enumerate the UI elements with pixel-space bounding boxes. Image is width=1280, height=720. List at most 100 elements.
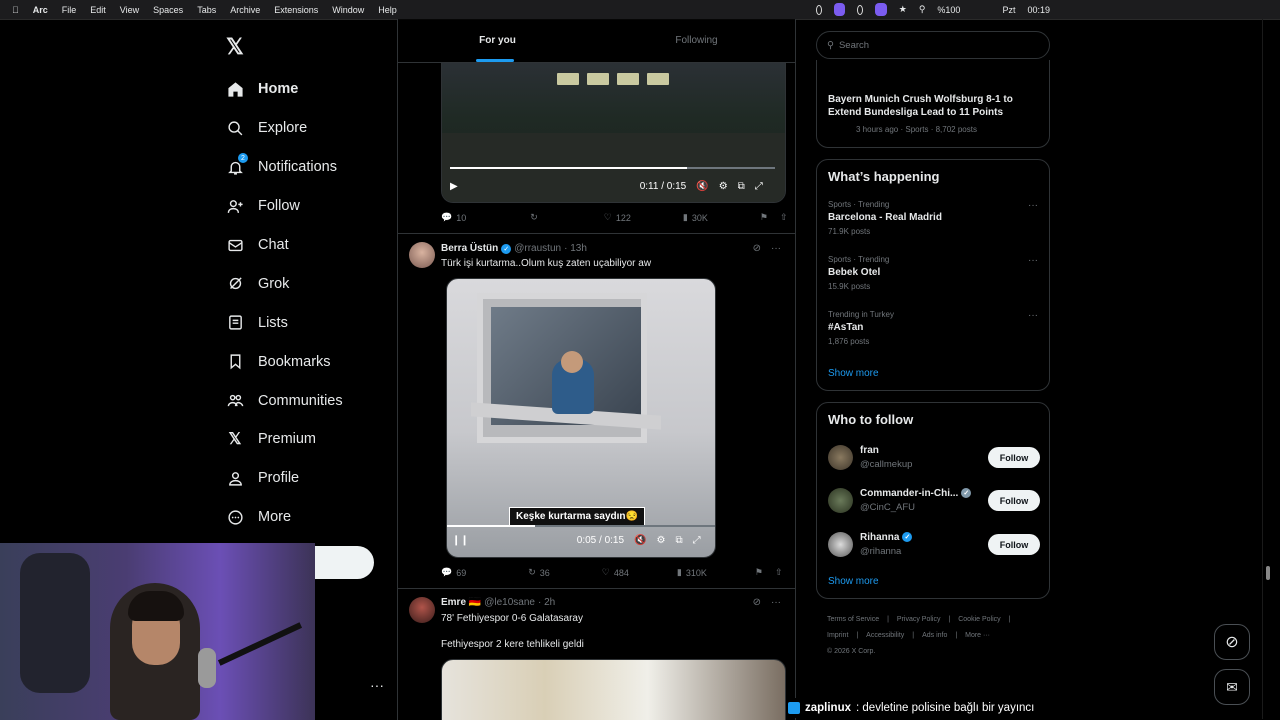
nav-explore[interactable]: Explore: [226, 109, 396, 148]
arc-status-icon[interactable]: [833, 3, 846, 16]
nav-chat[interactable]: Chat: [226, 226, 396, 265]
avatar[interactable]: [409, 597, 435, 623]
tab-following[interactable]: Following: [597, 19, 795, 62]
menu-edit[interactable]: Edit: [90, 5, 106, 15]
star-icon[interactable]: ★: [899, 4, 907, 15]
reply-button[interactable]: 💬 10: [441, 212, 466, 223]
bookmark-button[interactable]: ⚑: [755, 567, 763, 578]
grok-icon[interactable]: ⊘: [753, 243, 761, 254]
mute-icon[interactable]: 🔇: [696, 181, 708, 192]
like-button[interactable]: ♡ 122: [604, 212, 631, 223]
reply-button[interactable]: 💬 69: [441, 567, 466, 578]
show-more-link[interactable]: Show more: [828, 368, 879, 379]
pause-icon[interactable]: ❙❙: [452, 535, 469, 546]
play-icon[interactable]: ▶: [450, 181, 458, 192]
share-button[interactable]: ⇧: [780, 212, 788, 223]
pip-icon[interactable]: ⧉: [675, 535, 682, 546]
nav-home[interactable]: Home: [226, 70, 396, 109]
footer-link[interactable]: Accessibility: [866, 632, 904, 639]
footer-link[interactable]: Ads info: [922, 632, 947, 639]
author-handle[interactable]: @rraustun: [514, 243, 561, 254]
menu-window[interactable]: Window: [332, 5, 364, 15]
more-icon[interactable]: ···: [1028, 310, 1038, 321]
menu-archive[interactable]: Archive: [230, 5, 260, 15]
nav-grok[interactable]: Grok: [226, 264, 396, 303]
follow-button[interactable]: Follow: [988, 490, 1040, 511]
apple-icon[interactable]: : [12, 5, 19, 15]
tweet-age[interactable]: · 13h: [564, 243, 587, 254]
footer-link[interactable]: Cookie Policy: [958, 616, 1000, 623]
grok-icon: ⊘: [1225, 634, 1239, 651]
menu-extensions[interactable]: Extensions: [274, 5, 318, 15]
settings-icon[interactable]: ⚙: [719, 181, 728, 192]
window-status-icon[interactable]: [875, 3, 887, 16]
suggested-account[interactable]: Rihanna ✓ @rihanna Follow: [828, 529, 1040, 559]
status-icon[interactable]: [816, 4, 822, 15]
messages-fab[interactable]: ✉: [1214, 669, 1250, 705]
grok-icon[interactable]: ⊘: [753, 597, 761, 608]
views-button[interactable]: ▮ 310K: [677, 567, 707, 578]
author-name[interactable]: Berra Üstün: [441, 243, 498, 254]
show-more-link[interactable]: Show more: [828, 576, 879, 587]
nav-profile[interactable]: Profile: [226, 459, 396, 498]
video-progress[interactable]: [447, 525, 715, 527]
footer-link[interactable]: More ···: [965, 632, 990, 639]
news-item[interactable]: Bayern Munich Crush Wolfsburg 8-1 to Ext…: [828, 90, 1038, 134]
tweet-media[interactable]: [441, 659, 786, 720]
nav-communities[interactable]: Communities: [226, 381, 396, 420]
menu-tabs[interactable]: Tabs: [197, 5, 216, 15]
nav-notifications[interactable]: 2 Notifications: [226, 148, 396, 187]
suggested-account[interactable]: fran @callmekup Follow: [828, 442, 1040, 472]
grok-fab[interactable]: ⊘: [1214, 624, 1250, 660]
menu-view[interactable]: View: [120, 5, 139, 15]
footer-link[interactable]: Terms of Service: [827, 616, 879, 623]
video-progress[interactable]: [450, 167, 775, 169]
menu-spaces[interactable]: Spaces: [153, 5, 183, 15]
account-menu-icon[interactable]: ···: [370, 677, 384, 693]
share-button[interactable]: ⇧: [775, 567, 783, 578]
menu-file[interactable]: File: [62, 5, 77, 15]
footer-link[interactable]: Imprint: [827, 632, 848, 639]
repost-icon: ↻: [528, 567, 536, 577]
menu-help[interactable]: Help: [378, 5, 397, 15]
settings-icon[interactable]: ⚙: [656, 535, 665, 546]
tweet-video[interactable]: Keşke kurtarma saydın😒 ❙❙ 0:05 / 0:15 🔇 …: [446, 278, 716, 558]
more-icon[interactable]: ···: [771, 243, 781, 254]
follow-button[interactable]: Follow: [988, 534, 1040, 555]
views-button[interactable]: ▮ 30K: [683, 212, 708, 223]
trend-item[interactable]: Trending in Turkey #AsTan 1,876 posts ··…: [828, 310, 1038, 346]
tweet-video[interactable]: ▶ 0:11 / 0:15 🔇 ⚙ ⧉ ⤢: [441, 63, 786, 203]
search-menubar-icon[interactable]: ⚲: [919, 4, 926, 15]
nav-premium[interactable]: 𝕏 Premium: [226, 420, 396, 459]
nav-lists[interactable]: Lists: [226, 303, 396, 342]
author-name[interactable]: Emre 🇩🇪: [441, 597, 481, 608]
like-button[interactable]: ♡ 484: [602, 567, 629, 578]
nav-follow[interactable]: Follow: [226, 187, 396, 226]
fullscreen-icon[interactable]: ⤢: [693, 535, 701, 546]
nav-bookmarks[interactable]: Bookmarks: [226, 342, 396, 381]
author-handle[interactable]: @le10sane: [484, 597, 535, 608]
tweet-age[interactable]: · 2h: [538, 597, 555, 608]
repost-button[interactable]: ↻ 36: [528, 567, 550, 578]
bookmark-button[interactable]: ⚑: [760, 212, 768, 223]
timer-icon[interactable]: [857, 4, 864, 15]
fullscreen-icon[interactable]: ⤢: [755, 181, 763, 192]
nav-more[interactable]: More: [226, 498, 396, 537]
footer-link[interactable]: Privacy Policy: [897, 616, 941, 623]
pip-icon[interactable]: ⧉: [738, 181, 745, 192]
trend-item[interactable]: Sports · Trending Barcelona - Real Madri…: [828, 200, 1038, 236]
suggested-account[interactable]: Commander-in-Chi... ✓ @CinC_AFU Follow: [828, 485, 1040, 515]
avatar[interactable]: [409, 242, 435, 268]
more-icon[interactable]: ···: [1028, 200, 1038, 211]
tab-for-you[interactable]: For you: [398, 19, 597, 62]
search-input[interactable]: ⚲ Search: [816, 31, 1050, 59]
menu-app-name[interactable]: Arc: [33, 5, 48, 15]
more-icon[interactable]: ···: [1028, 255, 1038, 266]
more-icon[interactable]: ···: [771, 597, 781, 608]
repost-button[interactable]: ↻: [530, 212, 538, 223]
page-scrollbar-thumb[interactable]: [1266, 566, 1270, 580]
mute-icon[interactable]: 🔇: [634, 535, 646, 546]
follow-button[interactable]: Follow: [988, 447, 1040, 468]
x-logo-icon[interactable]: 𝕏: [226, 34, 244, 60]
trend-item[interactable]: Sports · Trending Bebek Otel 15.9K posts…: [828, 255, 1038, 291]
